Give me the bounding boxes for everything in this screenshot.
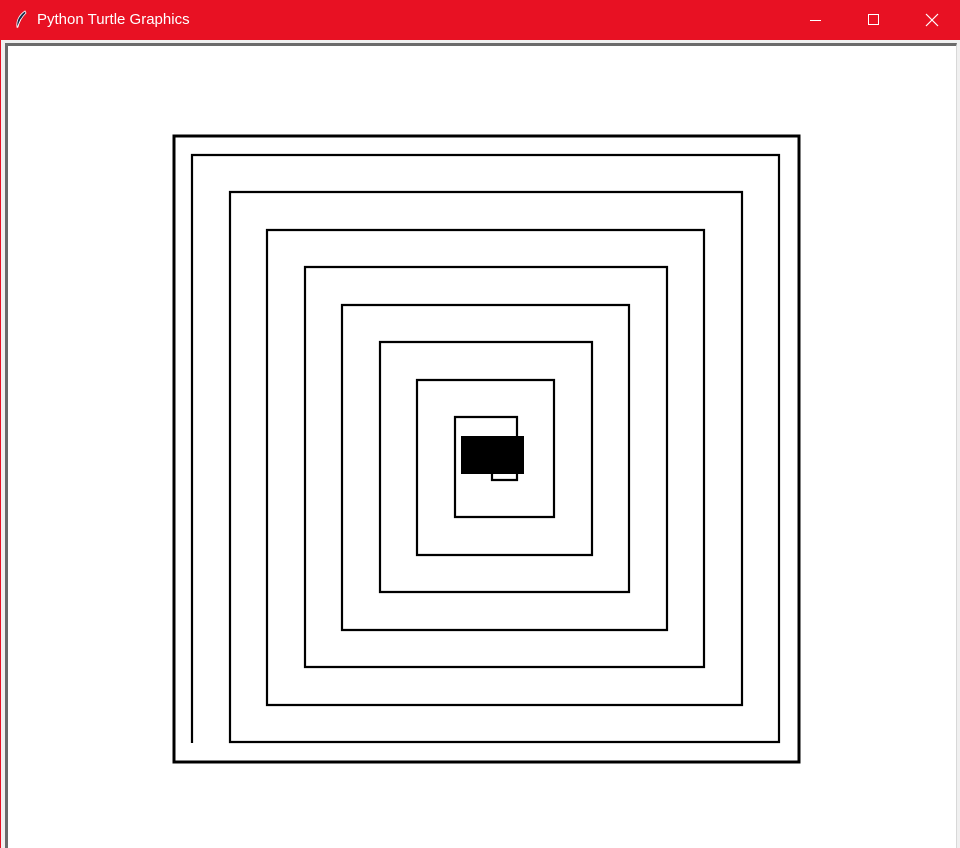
close-button[interactable] xyxy=(903,0,960,40)
turtle-canvas-area[interactable] xyxy=(5,43,957,848)
turtle-canvas[interactable] xyxy=(8,46,957,848)
close-icon xyxy=(925,13,939,27)
minimize-icon xyxy=(810,20,821,21)
maximize-button[interactable] xyxy=(845,0,903,40)
minimize-button[interactable] xyxy=(787,0,845,40)
feather-icon xyxy=(13,10,29,30)
window-title: Python Turtle Graphics xyxy=(37,11,190,28)
maximize-icon xyxy=(868,14,879,25)
turtle-window: Python Turtle Graphics xyxy=(0,0,960,848)
turtle-cursor-filled xyxy=(461,436,524,474)
title-bar[interactable]: Python Turtle Graphics xyxy=(1,0,960,40)
